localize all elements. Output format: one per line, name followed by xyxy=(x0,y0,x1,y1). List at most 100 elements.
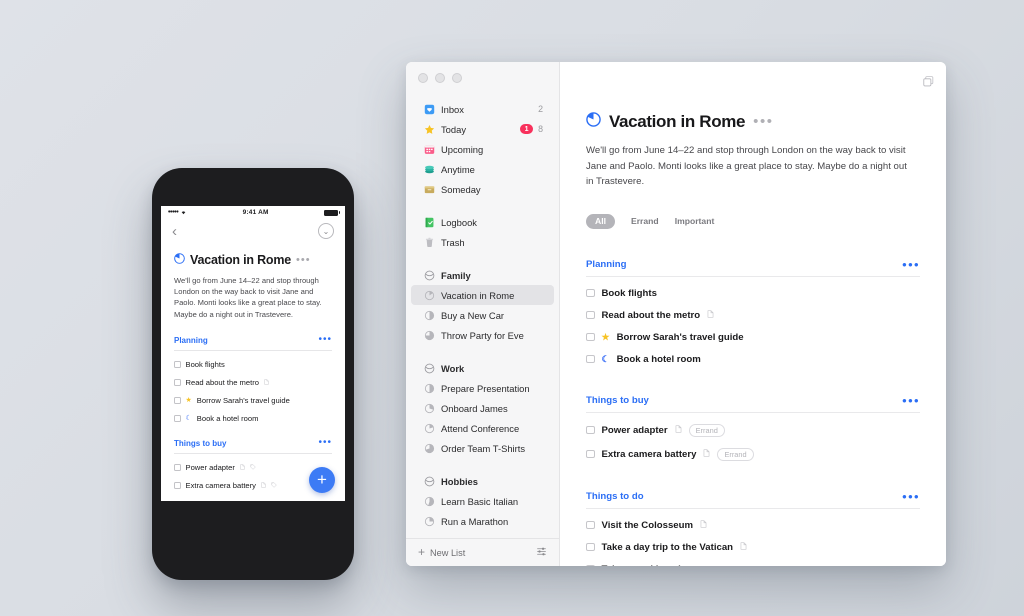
task-checkbox[interactable] xyxy=(586,520,595,530)
phone-task-row[interactable]: Book flights xyxy=(174,360,332,369)
task-row[interactable]: ☾ Book a hotel room xyxy=(586,354,920,365)
task-checkbox[interactable] xyxy=(174,397,181,404)
section-more-menu-icon[interactable]: ••• xyxy=(902,257,920,270)
progress-icon xyxy=(423,422,435,434)
sidebar-item-label: Anytime xyxy=(441,163,475,175)
sidebar-item-inbox[interactable]: Inbox 2 xyxy=(411,99,554,119)
task-row[interactable]: Extra camera battery Errand xyxy=(586,447,920,461)
minimize-button[interactable] xyxy=(435,73,445,83)
task-checkbox[interactable] xyxy=(586,449,595,459)
sidebar-count: 2 xyxy=(538,104,543,114)
phone-more-menu-icon[interactable]: ••• xyxy=(296,255,311,265)
phone-task-row[interactable]: ☾ Book a hotel room xyxy=(174,414,332,423)
sidebar-item-throw-party-for-eve[interactable]: Throw Party for Eve xyxy=(411,325,554,345)
task-tag[interactable]: Errand xyxy=(688,423,725,437)
progress-icon xyxy=(423,442,435,454)
star-icon xyxy=(423,123,435,135)
project-note[interactable]: We'll go from June 14–22 and stop throug… xyxy=(586,143,916,190)
sliders-icon[interactable] xyxy=(536,546,547,559)
task-label: Book flights xyxy=(185,359,225,369)
sidebar-item-label: Vacation in Rome xyxy=(441,289,515,301)
task-tag[interactable]: Errand xyxy=(717,447,754,461)
layers-icon xyxy=(423,163,435,175)
more-menu-icon[interactable]: ••• xyxy=(753,114,774,129)
chevron-down-circle-icon[interactable]: ⌄ xyxy=(318,223,334,239)
task-row[interactable]: Read about the metro xyxy=(586,310,920,321)
task-row[interactable]: ★ Borrow Sarah's travel guide xyxy=(586,332,920,343)
sidebar-badge: 1 xyxy=(520,124,534,134)
task-checkbox[interactable] xyxy=(174,415,181,422)
section-divider xyxy=(586,507,920,509)
zoom-button[interactable] xyxy=(452,73,462,83)
sidebar-item-hobbies[interactable]: Hobbies xyxy=(411,471,554,491)
task-checkbox[interactable] xyxy=(586,354,595,364)
sidebar-item-logbook[interactable]: Logbook xyxy=(411,212,554,232)
task-checkbox[interactable] xyxy=(586,542,595,552)
app-window: Inbox 2 Today 1 8 Upcoming Anytime Someday Logbo… xyxy=(406,62,946,566)
section-more-menu-icon[interactable]: ••• xyxy=(902,489,920,502)
task-checkbox[interactable] xyxy=(586,564,595,566)
task-label: Take a day trip to the Vatican xyxy=(601,541,734,553)
multiple-windows-icon[interactable] xyxy=(923,74,934,92)
task-row[interactable]: Power adapter Errand xyxy=(586,423,920,437)
sidebar-item-buy-a-new-car[interactable]: Buy a New Car xyxy=(411,305,554,325)
phone-section-more-menu-icon[interactable]: ••• xyxy=(318,438,332,448)
sidebar-item-today[interactable]: Today 1 8 xyxy=(411,119,554,139)
sidebar-item-onboard-james[interactable]: Onboard James xyxy=(411,398,554,418)
phone-status-bar: ••••• 9:41 AM xyxy=(161,206,345,219)
new-list-button[interactable]: + New List xyxy=(418,546,465,558)
sidebar-item-label: Inbox xyxy=(441,103,464,115)
sidebar-item-order-team-t-shirts[interactable]: Order Team T-Shirts xyxy=(411,438,554,458)
sidebar-item-anytime[interactable]: Anytime xyxy=(411,159,554,179)
task-row[interactable]: Take a cooking class xyxy=(586,564,920,566)
filter-important[interactable]: Important xyxy=(675,216,715,226)
sidebar-item-trash[interactable]: Trash xyxy=(411,232,554,252)
note-icon xyxy=(264,378,269,387)
task-checkbox[interactable] xyxy=(586,288,595,298)
sidebar-item-label: Learn Basic Italian xyxy=(441,495,519,507)
sidebar-item-label: Buy a New Car xyxy=(441,309,505,321)
sidebar-item-work[interactable]: Work xyxy=(411,358,554,378)
task-checkbox[interactable] xyxy=(174,379,181,386)
sidebar-divider xyxy=(406,199,559,212)
sidebar-item-label: Upcoming xyxy=(441,143,484,155)
task-label: Read about the metro xyxy=(601,309,701,321)
sidebar-item-family[interactable]: Family xyxy=(411,265,554,285)
signal-dots-icon: ••••• xyxy=(168,209,179,216)
section-title: Things to buy xyxy=(586,394,649,406)
sidebar-item-someday[interactable]: Someday xyxy=(411,179,554,199)
phone-project-note[interactable]: We'll go from June 14–22 and stop throug… xyxy=(174,275,332,320)
task-checkbox[interactable] xyxy=(174,464,181,471)
filter-errand[interactable]: Errand xyxy=(631,216,659,226)
task-checkbox[interactable] xyxy=(586,332,595,342)
filter-all[interactable]: All xyxy=(586,213,615,229)
phone-sections: Planning ••• Book flights Read about the me… xyxy=(174,335,332,490)
task-checkbox[interactable] xyxy=(586,425,595,435)
section-more-menu-icon[interactable]: ••• xyxy=(902,393,920,406)
task-checkbox[interactable] xyxy=(174,361,181,368)
star-icon: ★ xyxy=(185,397,192,405)
progress-icon xyxy=(423,402,435,414)
phone-task-row[interactable]: Read about the metro xyxy=(174,378,332,387)
phone-section-more-menu-icon[interactable]: ••• xyxy=(318,335,332,345)
task-checkbox[interactable] xyxy=(586,310,595,320)
phone-task-row[interactable]: Power adapter xyxy=(174,463,332,472)
sidebar-item-vacation-in-rome[interactable]: Vacation in Rome xyxy=(411,285,554,305)
sidebar-item-upcoming[interactable]: Upcoming xyxy=(411,139,554,159)
sidebar-item-run-a-marathon[interactable]: Run a Marathon xyxy=(411,511,554,531)
sidebar-item-learn-basic-italian[interactable]: Learn Basic Italian xyxy=(411,491,554,511)
add-task-fab[interactable]: + xyxy=(309,467,335,493)
task-row[interactable]: Take a day trip to the Vatican xyxy=(586,542,920,553)
task-row[interactable]: Book flights xyxy=(586,288,920,299)
section-title: Planning xyxy=(586,258,627,270)
sidebar-item-attend-conference[interactable]: Attend Conference xyxy=(411,418,554,438)
close-button[interactable] xyxy=(418,73,428,83)
sidebar-item-prepare-presentation[interactable]: Prepare Presentation xyxy=(411,378,554,398)
task-label: Borrow Sarah's travel guide xyxy=(616,331,744,343)
phone-task-row[interactable]: ★ Borrow Sarah's travel guide xyxy=(174,396,332,405)
task-checkbox[interactable] xyxy=(174,482,181,489)
back-chevron-icon[interactable]: ‹ xyxy=(172,224,177,239)
sidebar-list[interactable]: Inbox 2 Today 1 8 Upcoming Anytime Someday Logbo… xyxy=(406,83,559,538)
wifi-icon xyxy=(180,209,187,217)
task-row[interactable]: Visit the Colosseum xyxy=(586,520,920,531)
